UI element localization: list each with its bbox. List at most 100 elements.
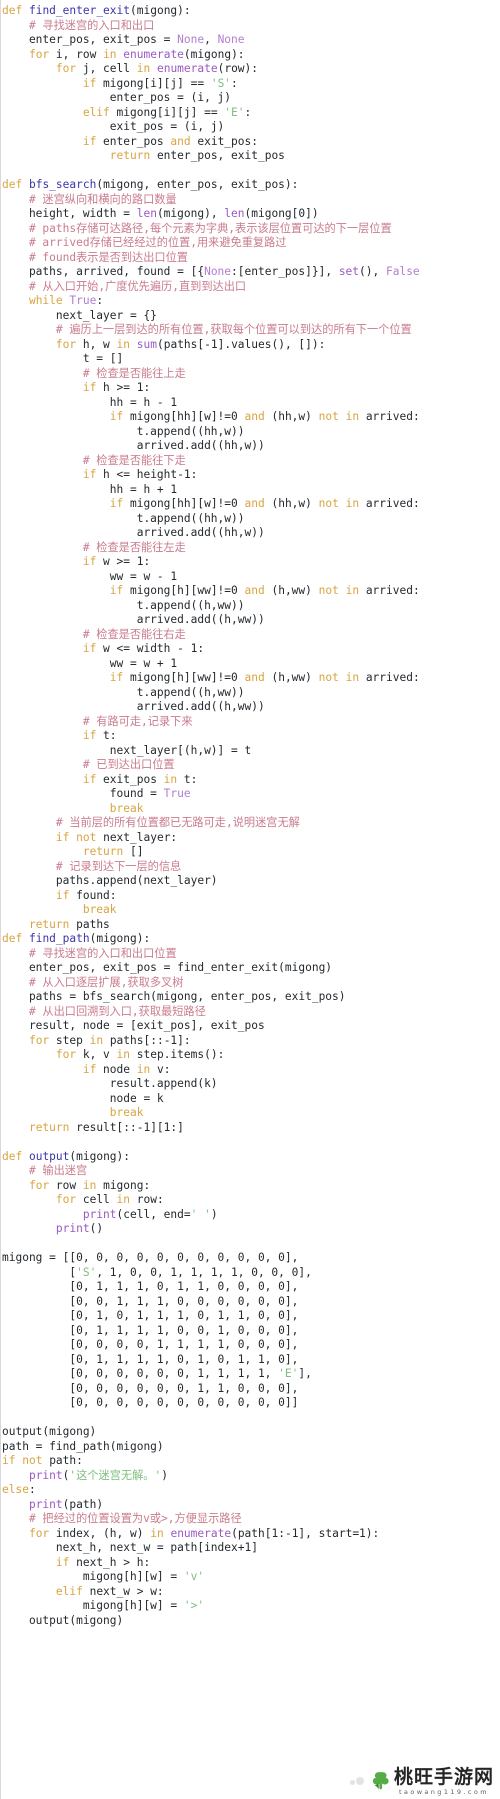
code-listing[interactable]: def find_enter_exit(migong): # 寻找迷宫的入口和出…	[0, 4, 500, 1628]
code-token-kw: if	[2, 1454, 16, 1467]
code-line: arrived.add((h,ww))	[0, 613, 500, 628]
code-line: def bfs_search(migong, enter_pos, exit_p…	[0, 178, 500, 193]
code-token-plain: k, v	[76, 1048, 117, 1061]
code-line: migong[h][w] = '>'	[0, 1599, 500, 1614]
code-token-com: # 遍历上一层到达的所有位置,获取每个位置可以到达的所有下一个位置	[55, 323, 412, 336]
code-line: migong = [[0, 0, 0, 0, 0, 0, 0, 0, 0, 0,…	[0, 1251, 500, 1266]
code-token-com: # 当前层的所有位置都已无路可走,说明迷宫无解	[55, 816, 300, 829]
code-token-str: ' '	[190, 1207, 211, 1221]
code-token-plain: migong[i][j] ==	[109, 105, 225, 119]
code-token-plain: migong[i][j] ==	[96, 76, 211, 90]
code-token-com: # 从出口回溯到入口,获取最短路径	[28, 1004, 206, 1018]
code-line: if exit_pos in t:	[0, 773, 500, 788]
code-line: # 检查是否能往下走	[0, 454, 500, 469]
code-line: # 检查是否能往上走	[0, 367, 500, 382]
code-token-plain: result, node = [exit_pos], exit_pos	[2, 1019, 265, 1032]
watermark-text: 桃旺手游网 taowang119.com	[393, 1765, 494, 1796]
code-token-plain: [0, 1, 1, 1, 0, 1, 1, 0, 0, 0, 0],	[2, 1280, 299, 1293]
code-line: if next_h > h:	[0, 1556, 500, 1571]
code-line: for cell in row:	[0, 1193, 500, 1208]
code-token-kw: while	[28, 294, 63, 307]
code-line: [0, 1, 1, 1, 1, 0, 0, 1, 0, 0, 0],	[0, 1324, 500, 1339]
code-token-plain: node	[96, 1062, 137, 1076]
code-line: if w <= width - 1:	[0, 642, 500, 657]
code-token-kw: for	[55, 1048, 77, 1061]
code-token-plain: (migong, enter_pos, exit_pos):	[96, 178, 299, 191]
code-token-plain: t = []	[2, 352, 124, 365]
code-token-kw: if	[82, 134, 97, 148]
code-token-plain: :	[96, 294, 104, 307]
code-line: # paths存储可达路径,每个元素为字典,表示该层位置可达的下一层位置	[0, 222, 500, 237]
code-token-plain: (migong):	[69, 1149, 131, 1163]
code-line: if w >= 1:	[0, 555, 500, 570]
code-line: for h, w in sum(paths[-1].values(), []):	[0, 338, 500, 353]
code-line: [0, 0, 0, 0, 0, 0, 1, 1, 1, 1, 'E'],	[0, 1367, 500, 1382]
code-token-str: 'E'	[278, 1367, 299, 1380]
watermark-domain: taowang119.com	[398, 1787, 489, 1796]
code-token-plain: (h,ww)	[264, 671, 319, 684]
code-line: break	[0, 802, 500, 817]
code-token-plain: arrived:	[359, 410, 420, 423]
code-token-com: # 检查是否能往左走	[82, 540, 186, 554]
code-line: paths, arrived, found = [{None:[enter_po…	[0, 265, 500, 280]
code-line: for step in paths[::-1]:	[0, 1034, 500, 1049]
code-line: # 检查是否能往右走	[0, 628, 500, 643]
code-token-fn: find_path	[28, 932, 90, 945]
code-token-plain: migong[hh][w]!=0	[123, 410, 245, 423]
code-token-kw: break	[109, 801, 144, 815]
code-token-plain: :[enter_pos]}],	[231, 265, 339, 278]
watermark-brand: 桃旺手游网	[393, 1765, 494, 1788]
code-token-kw: in	[82, 1178, 97, 1192]
code-line: height, width = len(migong), len(migong[…	[0, 207, 500, 222]
code-token-plain: )	[161, 1468, 168, 1482]
code-line: next_h, next_w = path[index+1]	[0, 1541, 500, 1556]
code-token-kw: in	[136, 62, 151, 75]
code-line: # 有路可走,记录下来	[0, 715, 500, 730]
code-token-bi: print	[82, 1207, 117, 1221]
code-line: found = True	[0, 787, 500, 802]
code-token-plain: paths = bfs_search(migong, enter_pos, ex…	[2, 990, 346, 1003]
code-line: # 把经过的位置设置为v或>,方便显示路径	[0, 1512, 500, 1527]
code-token-plain: index, (h, w)	[49, 1526, 151, 1540]
code-token-com: # 寻找迷宫的入口和出口位置	[28, 946, 177, 960]
code-token-plain: arrived:	[359, 584, 420, 597]
code-token-plain: (migong):	[130, 4, 191, 17]
code-screenshot-surface: def find_enter_exit(migong): # 寻找迷宫的入口和出…	[0, 0, 500, 1799]
code-token-plain: found:	[69, 888, 117, 902]
code-token-fn: bfs_search	[28, 178, 97, 191]
code-line: print()	[0, 1222, 500, 1237]
code-token-kw: if	[55, 1555, 70, 1569]
code-token-plain: migong = [[0, 0, 0, 0, 0, 0, 0, 0, 0, 0,…	[2, 1251, 299, 1264]
code-line: if migong[hh][w]!=0 and (hh,w) not in ar…	[0, 497, 500, 512]
code-line: output(migong)	[0, 1425, 500, 1440]
code-line: t = []	[0, 352, 500, 367]
code-token-kw: in	[116, 1193, 131, 1206]
code-token-plain: paths.append(next_layer)	[2, 874, 218, 887]
code-token-bi: len	[224, 207, 245, 220]
code-line: return enter_pos, exit_pos	[0, 149, 500, 164]
code-token-plain: arrived.add((hh,w))	[2, 439, 265, 452]
code-line: if node in v:	[0, 1063, 500, 1078]
code-token-bi: len	[136, 207, 157, 220]
code-token-com: # 检查是否能往右走	[82, 627, 186, 641]
code-token-plain: arrived:	[359, 671, 420, 684]
code-token-plain: ()	[89, 1222, 104, 1235]
code-line: [0, 0, 0, 0, 0, 0, 1, 1, 0, 0, 0],	[0, 1382, 500, 1397]
code-line: # 当前层的所有位置都已无路可走,说明迷宫无解	[0, 816, 500, 831]
code-token-com: # 从入口逐层扩展,获取多叉树	[28, 975, 184, 989]
